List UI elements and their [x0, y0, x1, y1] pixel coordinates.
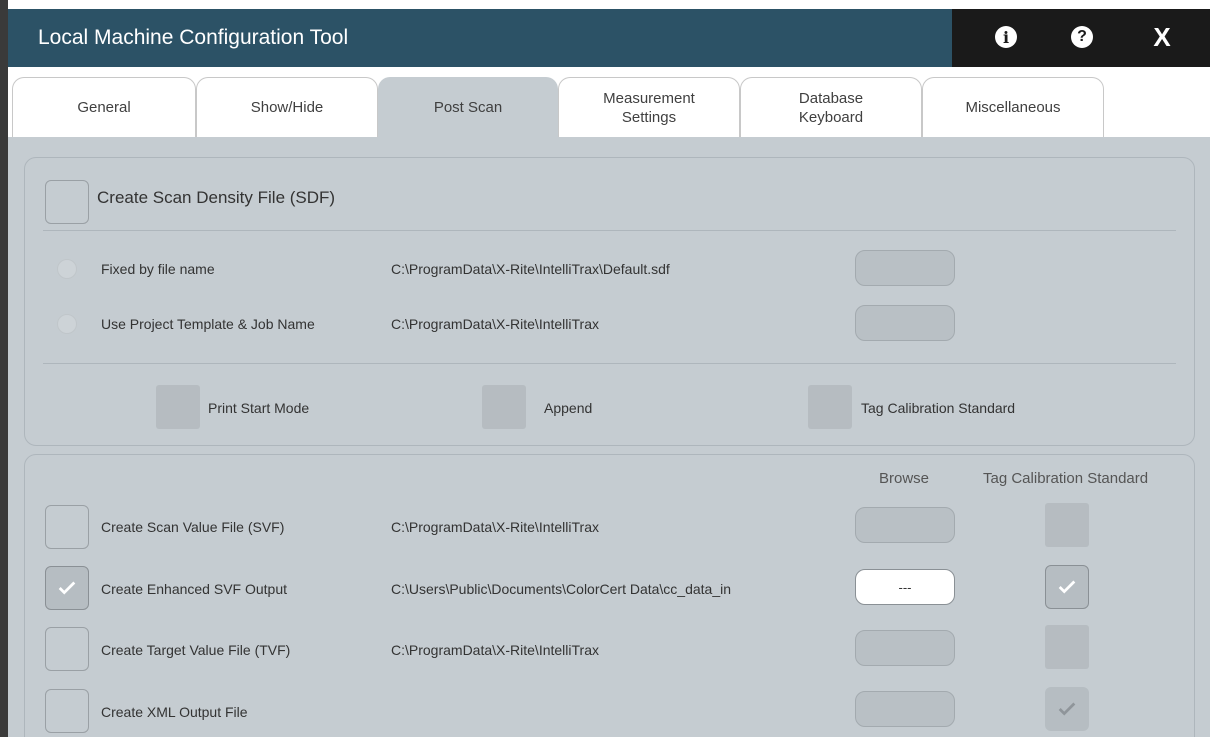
tag-column-header: Tag Calibration Standard [983, 470, 1149, 487]
post-scan-content: Create Scan Density File (SDF) Fixed by … [8, 137, 1210, 737]
fixed-file-name-label: Fixed by file name [101, 261, 215, 277]
print-start-mode-label: Print Start Mode [208, 400, 310, 416]
close-button[interactable]: X [1148, 22, 1176, 52]
enhanced-svf-checkbox[interactable] [45, 566, 89, 610]
sdf-panel: Create Scan Density File (SDF) Fixed by … [24, 157, 1195, 446]
svf-browse-button[interactable] [855, 507, 955, 543]
output-files-panel: Browse Tag Calibration Standard Create S… [24, 454, 1195, 737]
tvf-tag-checkbox[interactable] [1045, 625, 1089, 669]
svf-label: Create Scan Value File (SVF) [101, 519, 285, 535]
help-button[interactable]: ? [1068, 23, 1096, 51]
tab-post-scan[interactable]: Post Scan [378, 77, 558, 137]
enhanced-svf-label: Create Enhanced SVF Output [101, 581, 287, 597]
enhanced-svf-browse-button[interactable]: --- [855, 569, 955, 605]
check-icon [1058, 702, 1076, 716]
project-template-radio[interactable] [57, 314, 77, 334]
window-frame-edge [0, 0, 8, 737]
sdf-tag-calibration-label: Tag Calibration Standard [861, 400, 1016, 416]
tvf-browse-button[interactable] [855, 630, 955, 666]
tvf-checkbox[interactable] [45, 627, 89, 671]
append-checkbox[interactable] [482, 385, 526, 429]
sdf-checkbox[interactable] [45, 180, 89, 224]
tab-bar: General Show/Hide Post Scan Measurement … [8, 67, 1210, 137]
svf-tag-checkbox[interactable] [1045, 503, 1089, 547]
sdf-divider-bottom [43, 363, 1176, 364]
append-label: Append [544, 400, 593, 416]
tab-measurement-settings[interactable]: Measurement Settings [558, 77, 740, 137]
sdf-tag-calibration-checkbox[interactable] [808, 385, 852, 429]
sdf-divider-top [43, 230, 1176, 231]
enhanced-svf-path: C:\Users\Public\Documents\ColorCert Data… [391, 581, 732, 597]
tvf-path: C:\ProgramData\X-Rite\IntelliTrax [391, 642, 599, 658]
project-template-label: Use Project Template & Job Name [101, 316, 315, 332]
title-bar-controls: i ? X [952, 9, 1210, 67]
tab-general[interactable]: General [12, 77, 196, 137]
info-icon: i [995, 26, 1017, 48]
svf-path: C:\ProgramData\X-Rite\IntelliTrax [391, 519, 599, 535]
fixed-file-browse-button[interactable] [855, 250, 955, 286]
xml-output-tag-checkbox[interactable] [1045, 687, 1089, 731]
info-button[interactable]: i [992, 23, 1020, 51]
tab-show-hide[interactable]: Show/Hide [196, 77, 378, 137]
tab-miscellaneous[interactable]: Miscellaneous [922, 77, 1104, 137]
xml-output-label: Create XML Output File [101, 704, 248, 720]
enhanced-svf-tag-checkbox[interactable] [1045, 565, 1089, 609]
window-title: Local Machine Configuration Tool [38, 26, 349, 49]
xml-output-checkbox[interactable] [45, 689, 89, 733]
config-window: Local Machine Configuration Tool i ? X G… [8, 0, 1210, 737]
sdf-label: Create Scan Density File (SDF) [97, 188, 336, 207]
print-start-mode-checkbox[interactable] [156, 385, 200, 429]
xml-output-browse-button[interactable] [855, 691, 955, 727]
tvf-label: Create Target Value File (TVF) [101, 642, 291, 658]
fixed-file-name-path: C:\ProgramData\X-Rite\IntelliTrax\Defaul… [391, 261, 670, 277]
tab-database-keyboard[interactable]: Database Keyboard [740, 77, 922, 137]
browse-column-header: Browse [879, 470, 930, 487]
check-icon [1058, 580, 1076, 594]
title-bar: Local Machine Configuration Tool i ? X [8, 9, 1210, 67]
help-icon: ? [1071, 26, 1093, 48]
project-template-path: C:\ProgramData\X-Rite\IntelliTrax [391, 316, 599, 332]
svf-checkbox[interactable] [45, 505, 89, 549]
fixed-file-name-radio[interactable] [57, 259, 77, 279]
project-template-browse-button[interactable] [855, 305, 955, 341]
